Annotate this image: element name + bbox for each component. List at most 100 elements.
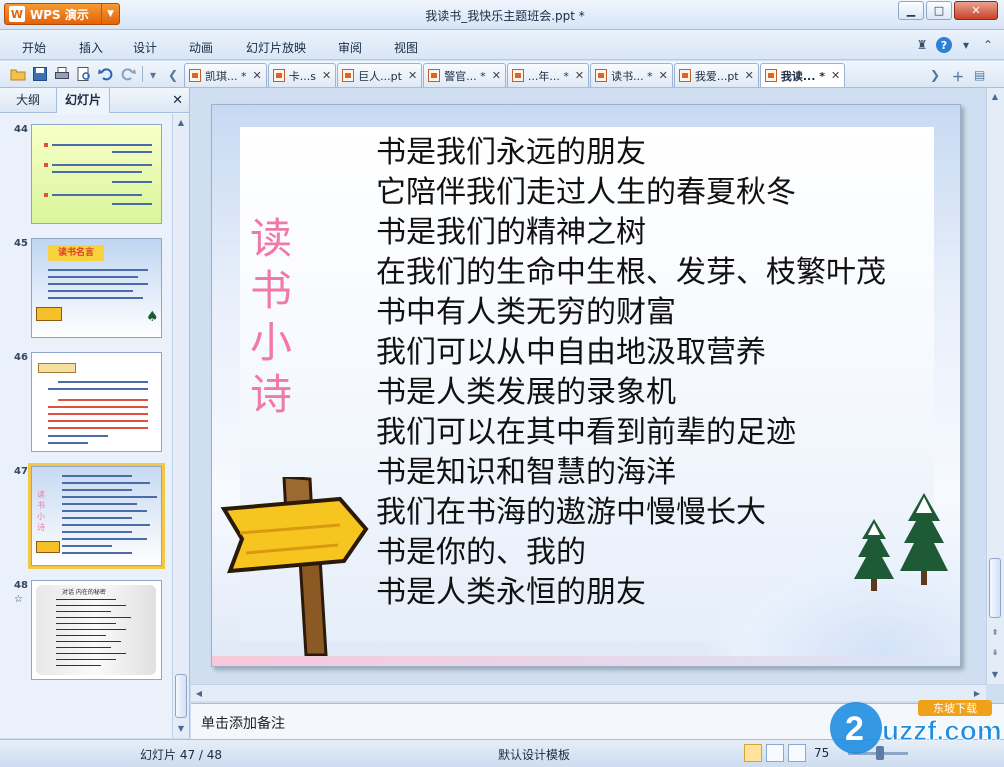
menu-item-slideshow[interactable]: 幻灯片放映 [246, 39, 306, 56]
doc-tab-label: 读书... * [611, 69, 653, 83]
text-line [56, 629, 126, 630]
text-line [52, 194, 142, 196]
tab-slides[interactable]: 幻灯片 [56, 88, 111, 113]
bullet [44, 143, 48, 147]
scroll-up-icon[interactable]: ▲ [987, 88, 1003, 104]
text-line [62, 552, 132, 554]
normal-view-button[interactable] [744, 744, 762, 762]
text-line [56, 605, 126, 606]
tabs-scroll-right-icon[interactable]: ❯ [930, 68, 940, 82]
save-icon[interactable] [32, 66, 48, 82]
text-line [56, 635, 106, 636]
close-icon[interactable]: ✕ [659, 69, 668, 82]
text-line [56, 647, 111, 648]
menu-item-review[interactable]: 审阅 [338, 39, 362, 56]
menu-item-home[interactable]: 开始 [22, 39, 46, 56]
close-icon[interactable]: ✕ [745, 69, 754, 82]
menu-item-insert[interactable]: 插入 [79, 39, 103, 56]
open-folder-icon[interactable] [10, 66, 26, 82]
slide-thumb-44[interactable] [31, 124, 162, 224]
app-menu-button[interactable]: W WPS 演示 ▼ [4, 3, 120, 25]
menu-item-design[interactable]: 设计 [133, 39, 157, 56]
doc-tab[interactable]: 读书... * ✕ [590, 63, 673, 87]
slide-thumb-47[interactable]: 读书小诗 [28, 463, 165, 569]
signpost-icon [36, 541, 60, 553]
close-icon[interactable]: ✕ [831, 69, 840, 82]
close-icon[interactable]: ✕ [322, 69, 331, 82]
redo-icon[interactable] [120, 66, 136, 82]
text-line [52, 164, 152, 166]
undo-icon[interactable] [98, 66, 114, 82]
text-line [52, 171, 142, 173]
text-line [48, 427, 148, 429]
chevron-down-icon[interactable]: ▾ [958, 37, 974, 53]
app-menu-label: WPS 演示 [30, 7, 89, 22]
doc-tab[interactable]: 卡...s ✕ [267, 63, 337, 87]
doc-tab[interactable]: 我爱...pt ✕ [673, 63, 759, 87]
scroll-left-icon[interactable]: ◀ [191, 685, 207, 701]
menu-item-view[interactable]: 视图 [394, 39, 418, 56]
poem-line: 书是我们永远的朋友 [376, 135, 646, 170]
tab-outline[interactable]: 大纲 [8, 88, 48, 113]
scroll-down-icon[interactable]: ▼ [987, 666, 1003, 682]
text-line [48, 413, 148, 415]
print-icon[interactable] [54, 66, 70, 82]
minimize-button[interactable]: ▁ [898, 1, 924, 20]
editor-vertical-scrollbar[interactable]: ▲ ⇞ ⇟ ▼ [986, 88, 1004, 684]
title-char: 小 [249, 318, 292, 367]
toolbar-dropdown-icon[interactable]: ▾ [150, 68, 156, 82]
slideshow-view-button[interactable] [788, 744, 806, 762]
scrollbar-thumb[interactable] [989, 558, 1001, 618]
text-line [48, 388, 148, 390]
slide-number: 47 [14, 466, 28, 477]
scrollbar-thumb[interactable] [175, 674, 187, 718]
dress-icon[interactable]: ♜ [914, 37, 930, 53]
text-line [56, 659, 116, 660]
doc-tab-label: 我爱...pt [694, 69, 739, 83]
close-icon[interactable]: ✕ [408, 69, 417, 82]
previous-slide-icon[interactable]: ⇞ [987, 624, 1003, 640]
maximize-button[interactable]: □ [926, 1, 952, 20]
text-line [112, 203, 152, 205]
text-line [62, 496, 157, 498]
wps-logo-icon: W [9, 6, 25, 22]
close-icon[interactable]: ✕ [253, 69, 262, 82]
doc-tab[interactable]: 凯琪... * ✕ [184, 63, 267, 87]
slide-counter: 幻灯片 47 / 48 [140, 748, 223, 762]
doc-tab[interactable]: 警官... * ✕ [423, 63, 506, 87]
text-line [48, 406, 148, 408]
close-icon[interactable]: ✕ [492, 69, 501, 82]
thumb-title: 读书小诗 [37, 490, 45, 532]
doc-tab-active[interactable]: 我读... * ✕ [759, 63, 846, 87]
doc-tab[interactable]: 巨人...pt ✕ [337, 63, 423, 87]
menu-item-animation[interactable]: 动画 [189, 39, 213, 56]
slide-thumb-45[interactable]: 读书名言 ♠ [31, 238, 162, 338]
help-icon[interactable]: ? [936, 37, 952, 53]
thumb-title: 对话 内在的秘密 [62, 589, 106, 596]
close-icon[interactable]: ✕ [575, 69, 584, 82]
collapse-ribbon-icon[interactable]: ⌃ [980, 37, 996, 53]
wooden-signpost-illustration [220, 477, 369, 657]
close-button[interactable]: ✕ [954, 1, 998, 20]
doc-tab[interactable]: ...年... * ✕ [506, 63, 590, 87]
scroll-up-icon[interactable]: ▲ [173, 114, 189, 130]
close-icon[interactable]: ✕ [172, 93, 183, 108]
tab-list-icon[interactable]: ▤ [974, 68, 985, 82]
new-tab-icon[interactable]: ＋ [952, 68, 964, 85]
ppt-file-icon [595, 69, 608, 82]
doc-tab-label: 警官... * [444, 69, 486, 83]
poem-text-box[interactable]: 书是我们永远的朋友 它陪伴我们走过人生的春夏秋冬 书是我们的精神之树 在我们的生… [376, 133, 956, 613]
slide-sorter-view-button[interactable] [766, 744, 784, 762]
thumbnails-scrollbar[interactable]: ▲ ▼ [172, 114, 189, 738]
slide-thumb-48[interactable]: 对话 内在的秘密 [31, 580, 162, 680]
print-preview-icon[interactable] [76, 66, 92, 82]
next-slide-icon[interactable]: ⇟ [987, 644, 1003, 660]
chevron-down-icon[interactable]: ▼ [101, 4, 119, 24]
slide-thumb-46[interactable] [31, 352, 162, 452]
tabs-scroll-left-icon[interactable]: ❮ [168, 68, 178, 82]
poem-line: 书是人类发展的录象机 [376, 375, 676, 410]
slide-canvas[interactable]: 读 书 小 诗 书是我们永远的朋友 它陪伴我们走过人生的春夏秋冬 书是我们的精神… [211, 104, 961, 667]
slide-thumbnails: 44 45 读书名言 ♠ 46 47 读书小诗 48 ☆ 对话 内在的秘密 [0, 114, 172, 738]
slide-bottom-band [212, 656, 960, 666]
scroll-down-icon[interactable]: ▼ [173, 720, 189, 736]
